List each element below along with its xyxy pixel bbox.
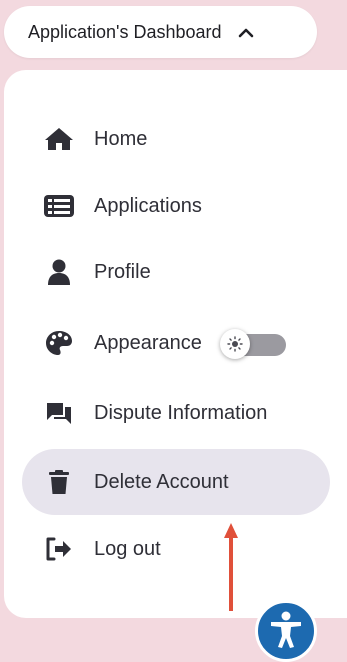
- nav-item-log-out-label: Log out: [94, 537, 161, 560]
- logout-icon: [44, 536, 74, 562]
- nav-item-delete-account-label: Delete Account: [94, 470, 229, 493]
- annotation-arrow: [224, 523, 238, 611]
- nav-item-applications[interactable]: Applications: [22, 173, 330, 239]
- trash-icon: [44, 469, 74, 495]
- list-icon: [44, 193, 74, 219]
- dashboard-toggle-button[interactable]: Application's Dashboard: [4, 6, 317, 58]
- nav-item-dispute-information[interactable]: Dispute Information: [22, 380, 330, 446]
- user-icon: [44, 259, 74, 285]
- dashboard-toggle-label: Application's Dashboard: [28, 21, 222, 42]
- nav-item-delete-account[interactable]: Delete Account: [22, 449, 330, 515]
- nav-item-home[interactable]: Home: [22, 106, 330, 172]
- palette-icon: [44, 330, 74, 356]
- appearance-toggle-switch[interactable]: [219, 329, 286, 359]
- nav-item-home-label: Home: [94, 127, 148, 150]
- nav-item-profile-label: Profile: [94, 260, 151, 283]
- accessibility-button[interactable]: [255, 600, 317, 662]
- chat-icon: [44, 400, 74, 426]
- nav-item-applications-label: Applications: [94, 194, 202, 217]
- nav-item-log-out[interactable]: Log out: [22, 516, 330, 582]
- home-icon: [44, 126, 74, 152]
- sun-icon: [219, 329, 250, 359]
- nav-item-appearance[interactable]: Appearance: [22, 310, 330, 376]
- nav-item-profile[interactable]: Profile: [22, 239, 330, 305]
- chevron-up-icon: [238, 23, 256, 41]
- nav-item-appearance-label: Appearance: [94, 331, 202, 354]
- nav-item-dispute-information-label: Dispute Information: [94, 401, 268, 424]
- dashboard-menu-panel: Home Applications Profile Appearance Dis…: [4, 70, 347, 618]
